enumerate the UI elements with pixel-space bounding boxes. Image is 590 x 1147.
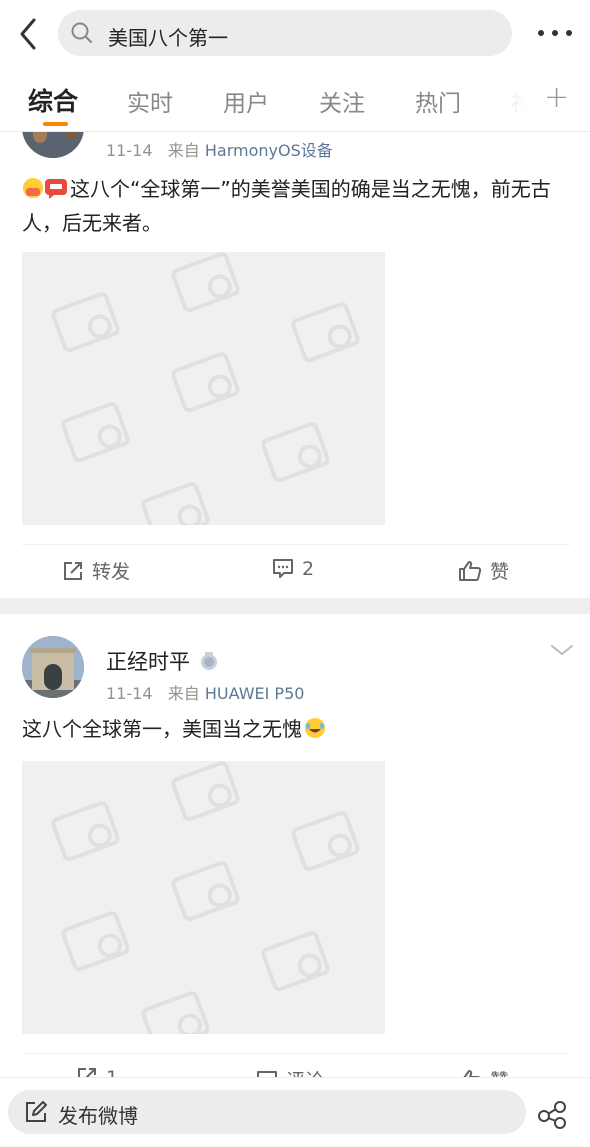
post-actions: 转发 2 赞: [22, 544, 570, 596]
fist-emoji-icon: [23, 178, 43, 198]
image-placeholder-icon: [51, 761, 360, 1034]
post-meta: 11-14 来自 HUAWEI P50: [106, 680, 304, 704]
tab-bar: 综合 实时 用户 关注 热门 视 +: [0, 66, 590, 132]
post-text: 这八个全球第一，美国当之无愧: [22, 712, 572, 746]
chevron-down-icon[interactable]: [548, 640, 576, 660]
add-tab-button[interactable]: +: [544, 80, 569, 115]
tab-comprehensive[interactable]: 综合: [28, 82, 78, 118]
post-source[interactable]: HUAWEI P50: [205, 684, 305, 703]
post-date: 11-14: [106, 141, 153, 160]
post-date: 11-14: [106, 684, 153, 703]
compose-post-button[interactable]: 发布微博: [8, 1090, 526, 1134]
source-prefix: 来自: [167, 141, 200, 160]
post-card: 11-14 来自 HarmonyOS设备 这八个“全球第一”的美誉美国的确是当之…: [0, 96, 590, 598]
like-button[interactable]: 赞: [458, 557, 509, 584]
source-prefix: 来自: [167, 684, 200, 703]
search-query-text: 美国八个第一: [108, 26, 228, 50]
active-tab-indicator: [43, 122, 68, 126]
avatar-image: [22, 636, 84, 698]
compose-label: 发布微博: [58, 1104, 138, 1128]
comment-icon: [273, 559, 293, 578]
top-bar: 美国八个第一: [0, 0, 590, 66]
tab-users[interactable]: 用户: [223, 84, 269, 118]
tab-realtime[interactable]: 实时: [127, 84, 173, 118]
image-placeholder-icon: [51, 252, 360, 525]
comment-button[interactable]: 2: [272, 557, 314, 580]
search-input[interactable]: 美国八个第一: [58, 10, 512, 56]
like-label: 赞: [490, 561, 510, 583]
avatar[interactable]: [22, 636, 84, 698]
repost-button[interactable]: 转发: [62, 557, 130, 584]
more-button[interactable]: [532, 18, 578, 48]
bottom-bar: 发布微博: [0, 1077, 590, 1147]
user-badge-icon: [200, 652, 217, 670]
post-username[interactable]: 正经时平: [106, 646, 219, 676]
username-text: 正经时平: [106, 650, 190, 674]
chevron-left-icon: [20, 18, 36, 50]
repost-label: 转发: [92, 561, 131, 583]
edit-icon: [26, 1101, 47, 1122]
post-text: 这八个“全球第一”的美誉美国的确是当之无愧，前无古人，后无来者。: [22, 172, 572, 240]
more-dots-icon: [538, 30, 572, 36]
back-button[interactable]: [12, 14, 48, 54]
tab-fade: [490, 66, 540, 131]
post-divider: [0, 598, 590, 614]
post-text-content: 这八个“全球第一”的美誉美国的确是当之无愧，前无古人，后无来者。: [22, 177, 551, 235]
motivate-emoji-icon: [45, 179, 67, 199]
comment-count: 2: [302, 558, 315, 580]
laugh-cry-emoji-icon: [305, 718, 325, 738]
post-meta: 11-14 来自 HarmonyOS设备: [106, 137, 333, 161]
post-image-placeholder[interactable]: [22, 252, 385, 525]
post-card: 正经时平 11-14 来自 HUAWEI P50 这八个全球第一，美国当之无愧: [0, 614, 590, 1092]
post-source[interactable]: HarmonyOS设备: [205, 141, 333, 160]
share-icon[interactable]: [536, 1098, 568, 1130]
tab-hot[interactable]: 热门: [415, 84, 461, 118]
search-icon: [71, 22, 92, 43]
share-arrow-icon: [64, 562, 82, 580]
thumbs-up-icon: [459, 561, 482, 581]
post-image-placeholder[interactable]: [22, 761, 385, 1034]
post-text-content: 这八个全球第一，美国当之无愧: [22, 717, 302, 741]
tab-following[interactable]: 关注: [319, 84, 365, 118]
